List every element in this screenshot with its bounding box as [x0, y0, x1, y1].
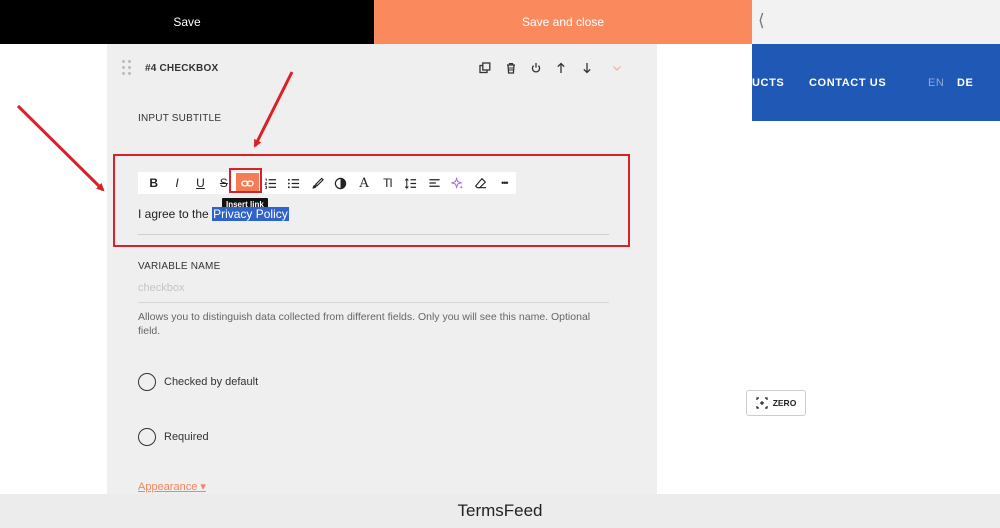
annotation-highlight-box [113, 154, 630, 247]
chevron-down-icon[interactable] [609, 60, 625, 76]
nav-link-products[interactable]: UCTS [752, 77, 784, 89]
input-subtitle-label: INPUT SUBTITLE [138, 113, 222, 124]
checked-by-default-label: Checked by default [164, 376, 259, 388]
required-label: Required [164, 431, 209, 443]
save-button[interactable]: Save [0, 0, 374, 44]
site-nav-bar: UCTS CONTACT US EN DE [752, 44, 1000, 121]
arrow-up-icon[interactable] [553, 60, 569, 76]
required-option[interactable]: Required [138, 428, 209, 446]
variable-name-input[interactable]: checkbox [138, 282, 184, 294]
drag-handle-icon[interactable] [122, 60, 132, 76]
arrow-down-icon[interactable] [579, 60, 595, 76]
required-radio[interactable] [138, 428, 156, 446]
left-gutter [0, 44, 107, 494]
collapse-chevron-icon[interactable]: ⟨ [758, 11, 765, 31]
right-gutter [657, 44, 752, 494]
checked-by-default-option[interactable]: Checked by default [138, 373, 258, 391]
variable-name-help-text: Allows you to distinguish data collected… [138, 311, 591, 337]
nav-link-contact-us[interactable]: CONTACT US [809, 77, 886, 89]
variable-name-label: VARIABLE NAME [138, 261, 221, 272]
variable-name-underline [138, 302, 609, 303]
lang-en-link[interactable]: EN [928, 77, 944, 89]
checkbox-settings-panel: #4 CHECKBOX INPUT SUBTITLE B I U S A TI … [107, 44, 657, 494]
zero-button-label: ZERO [772, 398, 797, 408]
lang-de-link[interactable]: DE [957, 77, 973, 89]
preview-header-strip: ⟨ [752, 0, 1000, 44]
caret-down-icon: ▾ [200, 481, 206, 493]
appearance-label: Appearance [138, 481, 198, 493]
appearance-toggle[interactable]: Appearance ▾ [138, 480, 206, 493]
footer-brand: TermsFeed [0, 494, 1000, 528]
site-preview-body [752, 121, 1000, 494]
zero-block-icon [756, 397, 768, 409]
trash-icon[interactable] [503, 60, 519, 76]
power-icon[interactable] [528, 60, 544, 76]
zero-button[interactable]: ZERO [746, 390, 806, 416]
checked-by-default-radio[interactable] [138, 373, 156, 391]
panel-title: #4 CHECKBOX [145, 63, 219, 74]
duplicate-icon[interactable] [477, 60, 493, 76]
annotation-link-icon-box [229, 168, 262, 193]
save-and-close-button[interactable]: Save and close [374, 0, 752, 44]
